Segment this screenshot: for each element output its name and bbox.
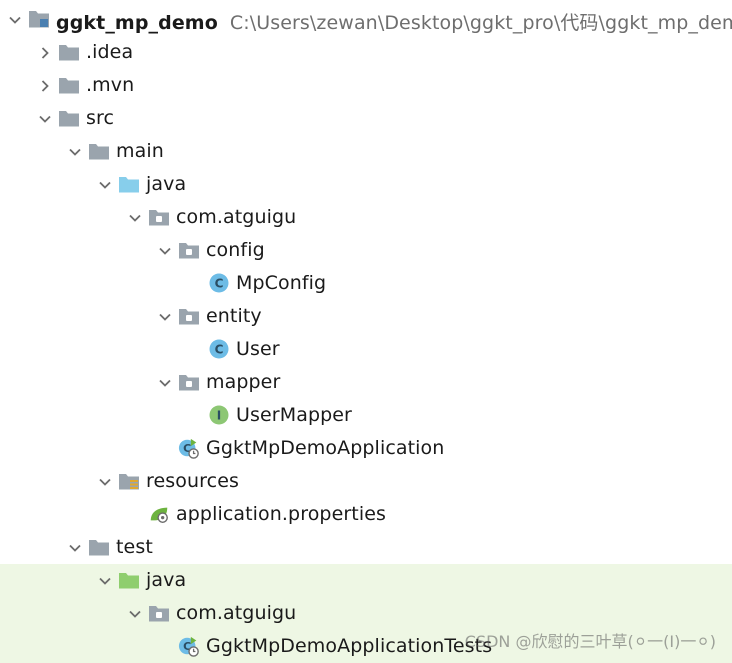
tree-node-label: MpConfig [236, 272, 327, 294]
spring-properties-icon [148, 503, 170, 525]
tree-node-label: src [86, 107, 115, 129]
tree-node-application-properties[interactable]: application.properties [0, 498, 732, 531]
tree-node-label: test [116, 536, 153, 558]
svg-text:C: C [215, 343, 224, 357]
folder-icon [88, 536, 110, 558]
package-icon [178, 371, 200, 393]
tree-node-usermapper[interactable]: I UserMapper [0, 399, 732, 432]
tree-node-com-atguigu[interactable]: com.atguigu [0, 201, 732, 234]
resources-folder-icon [118, 470, 140, 492]
chevron-down-icon[interactable] [158, 244, 172, 258]
chevron-right-icon[interactable] [38, 79, 52, 93]
tree-node-ggktmpdemoapplication[interactable]: C GgktMpDemoApplication [0, 432, 732, 465]
chevron-down-icon[interactable] [8, 13, 22, 27]
tree-node-label: User [236, 338, 280, 360]
tree-node-java[interactable]: java [0, 168, 732, 201]
spring-boot-test-class-icon: C [178, 635, 200, 657]
tree-node-label: java [146, 569, 187, 591]
tree-node-test[interactable]: test [0, 531, 732, 564]
tree-node-mvn[interactable]: .mvn [0, 69, 732, 102]
chevron-down-icon[interactable] [38, 112, 52, 126]
tree-node-label: entity [206, 305, 262, 327]
tree-node-user[interactable]: C User [0, 333, 732, 366]
source-folder-icon [118, 173, 140, 195]
tree-node-ggkt-mp-demo[interactable]: ggkt_mp_demo C:\Users\zewan\Desktop\ggkt_… [0, 3, 732, 36]
folder-icon [58, 74, 80, 96]
tree-node-src[interactable]: src [0, 102, 732, 135]
tree-node-label: GgktMpDemoApplication [206, 437, 445, 459]
tree-node-com-atguigu[interactable]: com.atguigu [0, 597, 732, 630]
chevron-down-icon[interactable] [158, 376, 172, 390]
chevron-down-icon[interactable] [68, 145, 82, 159]
folder-icon [88, 140, 110, 162]
chevron-down-icon[interactable] [128, 211, 142, 225]
chevron-down-icon[interactable] [128, 607, 142, 621]
tree-node-label: .idea [86, 41, 134, 63]
test-source-folder-icon [118, 569, 140, 591]
package-icon [178, 239, 200, 261]
interface-icon: I [208, 404, 230, 426]
svg-text:I: I [217, 409, 221, 423]
tree-node-label: main [116, 140, 164, 162]
tree-node-label: GgktMpDemoApplicationTests [206, 635, 493, 657]
tree-node-mpconfig[interactable]: C MpConfig [0, 267, 732, 300]
tree-node-entity[interactable]: entity [0, 300, 732, 333]
spring-boot-class-icon: C [178, 437, 200, 459]
folder-icon [58, 41, 80, 63]
package-icon [148, 602, 170, 624]
chevron-right-icon[interactable] [38, 46, 52, 60]
chevron-down-icon[interactable] [158, 310, 172, 324]
tree-node-config[interactable]: config [0, 234, 732, 267]
chevron-down-icon[interactable] [98, 475, 112, 489]
tree-node-label: UserMapper [236, 404, 352, 426]
tree-node-main[interactable]: main [0, 135, 732, 168]
tree-node-label: com.atguigu [176, 206, 297, 228]
watermark: CSDN @欣慰的三叶草(⚪一(Ⅰ)一⚪) [464, 632, 716, 651]
chevron-down-icon[interactable] [98, 574, 112, 588]
tree-node-label: java [146, 173, 187, 195]
tree-node-label: ggkt_mp_demo C:\Users\zewan\Desktop\ggkt_… [56, 8, 732, 35]
tree-node-resources[interactable]: resources [0, 465, 732, 498]
module-icon [28, 8, 50, 30]
folder-icon [58, 107, 80, 129]
package-icon [148, 206, 170, 228]
tree-node-label: mapper [206, 371, 281, 393]
tree-node-label: .mvn [86, 74, 135, 96]
chevron-down-icon[interactable] [98, 178, 112, 192]
project-tree: ggkt_mp_demo C:\Users\zewan\Desktop\ggkt_… [0, 0, 732, 663]
chevron-down-icon[interactable] [68, 541, 82, 555]
project-path: C:\Users\zewan\Desktop\ggkt_pro\代码\ggkt_… [229, 12, 732, 34]
tree-node-label: application.properties [176, 503, 387, 525]
package-icon [178, 305, 200, 327]
tree-node-mapper[interactable]: mapper [0, 366, 732, 399]
tree-node-idea[interactable]: .idea [0, 36, 732, 69]
class-icon: C [208, 272, 230, 294]
tree-node-label: resources [146, 470, 239, 492]
tree-node-label: com.atguigu [176, 602, 297, 624]
tree-node-java[interactable]: java [0, 564, 732, 597]
svg-text:C: C [215, 277, 224, 291]
class-icon: C [208, 338, 230, 360]
tree-node-label: config [206, 239, 265, 261]
